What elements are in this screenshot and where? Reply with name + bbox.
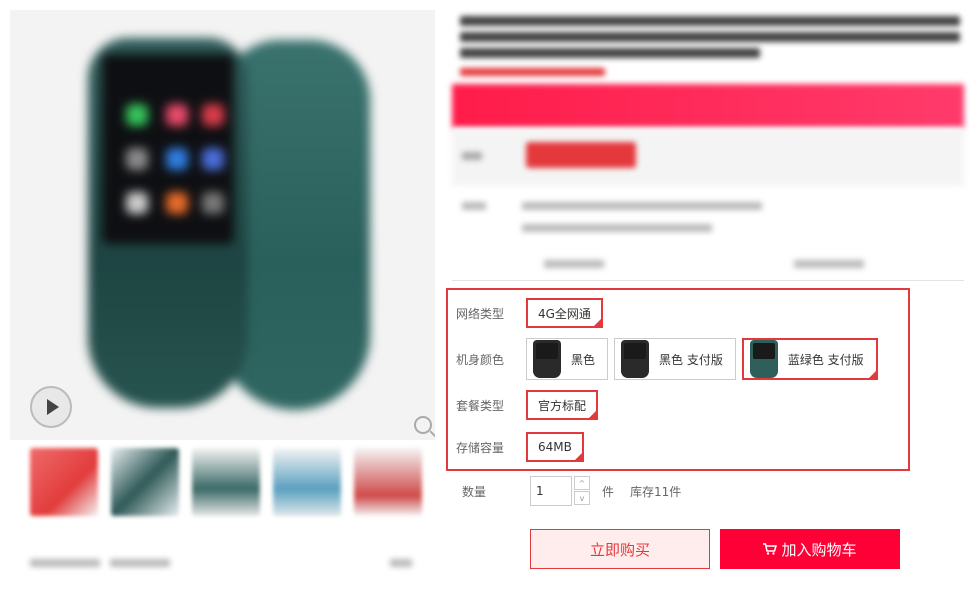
thumbnail[interactable] xyxy=(30,448,98,516)
divider xyxy=(452,280,964,281)
option-label: 4G全网通 xyxy=(538,306,591,321)
buy-now-label: 立即购买 xyxy=(589,540,650,559)
buy-now-button[interactable]: 立即购买 xyxy=(530,529,710,569)
product-title xyxy=(460,12,965,76)
package-type-row: 套餐类型 官方标配 xyxy=(456,390,604,420)
option-label: 官方标配 xyxy=(538,398,587,413)
price xyxy=(526,142,636,168)
option-storage-64mb[interactable]: 64MB xyxy=(526,432,584,462)
gallery-footer xyxy=(30,556,415,570)
network-type-label: 网络类型 xyxy=(456,306,505,321)
body-color-row: 机身颜色 黑色 黑色 支付版 蓝绿色 支付版 xyxy=(456,338,884,380)
option-color-teal-pay[interactable]: 蓝绿色 支付版 xyxy=(741,338,878,380)
zoom-icon[interactable] xyxy=(414,416,432,434)
black-phone-thumbnail xyxy=(621,340,650,378)
option-label: 蓝绿色 支付版 xyxy=(787,352,864,367)
add-to-cart-label: 加入购物车 xyxy=(781,540,857,559)
quantity-unit: 件 xyxy=(602,484,615,499)
thumbnail[interactable] xyxy=(111,448,179,516)
network-type-row: 网络类型 4G全网通 xyxy=(456,298,609,328)
promo-banner xyxy=(452,84,964,128)
thumbnail[interactable] xyxy=(273,448,341,516)
stock-count: 库存11件 xyxy=(630,484,682,499)
option-label: 黑色 支付版 xyxy=(659,352,723,367)
quantity-input[interactable] xyxy=(530,476,572,506)
quantity-label: 数量 xyxy=(462,484,487,499)
increase-button[interactable]: ^ xyxy=(574,476,590,490)
product-photo xyxy=(10,10,435,440)
quantity-row: 数量 ^ v 件 库存11件 xyxy=(462,476,681,506)
package-type-label: 套餐类型 xyxy=(456,398,505,413)
video-play-button[interactable] xyxy=(30,386,72,428)
product-info: 网络类型 4G全网通 机身颜色 黑色 黑色 支付版 蓝绿色 支付版 套餐类型 官… xyxy=(446,0,978,591)
service-info xyxy=(452,190,964,280)
option-label: 黑色 xyxy=(571,352,596,367)
thumbnail[interactable] xyxy=(354,448,422,516)
option-color-black[interactable]: 黑色 xyxy=(526,338,609,380)
play-icon xyxy=(47,399,59,415)
spec-selection-box: 网络类型 4G全网通 机身颜色 黑色 黑色 支付版 蓝绿色 支付版 套餐类型 官… xyxy=(446,288,910,471)
black-phone-thumbnail xyxy=(533,340,561,378)
price-row xyxy=(452,128,964,186)
cart-icon xyxy=(763,543,778,555)
decrease-button[interactable]: v xyxy=(574,491,590,505)
option-package-standard[interactable]: 官方标配 xyxy=(526,390,599,420)
add-to-cart-button[interactable]: 加入购物车 xyxy=(720,529,900,569)
body-color-label: 机身颜色 xyxy=(456,352,505,367)
quantity-stepper: ^ v xyxy=(574,476,590,506)
thumbnail-strip xyxy=(30,448,425,520)
option-network-4g[interactable]: 4G全网通 xyxy=(526,298,603,328)
teal-phone-thumbnail xyxy=(749,340,778,378)
option-label: 64MB xyxy=(538,440,572,454)
product-main-image[interactable] xyxy=(10,10,435,440)
option-color-black-pay[interactable]: 黑色 支付版 xyxy=(614,338,736,380)
phone-front-image xyxy=(88,38,248,408)
thumbnail[interactable] xyxy=(192,448,260,516)
storage-label: 存储容量 xyxy=(456,440,505,455)
storage-row: 存储容量 64MB xyxy=(456,432,590,462)
